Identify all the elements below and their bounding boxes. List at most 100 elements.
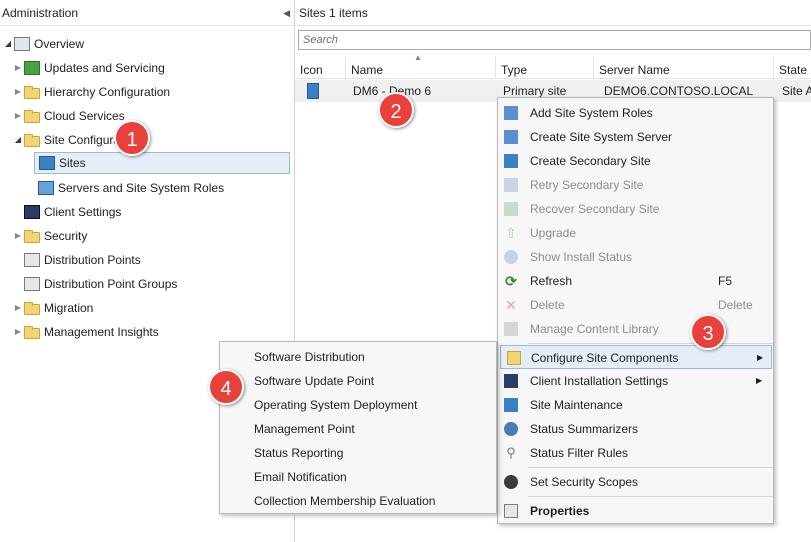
menu-item-create-site-system-server[interactable]: Create Site System Server xyxy=(498,125,773,149)
column-header-icon[interactable]: Icon xyxy=(295,57,346,79)
shortcut-label: F5 xyxy=(718,274,733,288)
menu-item-manage-content-library[interactable]: Manage Content Library xyxy=(498,317,773,341)
expand-arrow-icon[interactable]: ▶ xyxy=(12,321,24,343)
context-menu: Add Site System Roles Create Site System… xyxy=(497,97,774,524)
client-install-icon xyxy=(504,374,518,388)
shortcut-label: Delete xyxy=(718,298,753,312)
tree-item-security[interactable]: ▶ Security xyxy=(12,225,87,247)
submenu-item-management-point[interactable]: Management Point xyxy=(254,417,355,441)
updates-icon xyxy=(24,61,40,75)
menu-item-delete[interactable]: ✕ Delete Delete xyxy=(498,293,773,317)
expand-arrow-icon[interactable]: ◢ xyxy=(2,33,14,55)
tree-item-cloud-services[interactable]: ▶ Cloud Services xyxy=(12,105,125,127)
refresh-icon: ⟳ xyxy=(505,273,517,289)
tree-item-sites[interactable]: Sites xyxy=(34,152,290,174)
distribution-point-groups-icon xyxy=(24,277,40,291)
tree-item-label: Management Insights xyxy=(44,325,159,339)
menu-separator xyxy=(528,467,773,468)
column-header-name[interactable]: Name xyxy=(346,57,496,79)
menu-item-configure-site-components[interactable]: Configure Site Components ▶ xyxy=(500,345,772,369)
expand-arrow-icon[interactable]: ▶ xyxy=(12,57,24,79)
overview-icon xyxy=(14,37,30,51)
menu-item-retry-secondary-site[interactable]: Retry Secondary Site xyxy=(498,173,773,197)
configure-icon xyxy=(507,351,521,365)
tree-item-updates-and-servicing[interactable]: ▶ Updates and Servicing xyxy=(12,57,165,79)
maintenance-icon xyxy=(504,398,518,412)
content-library-icon xyxy=(504,322,518,336)
tree-item-label: Servers and Site System Roles xyxy=(58,181,225,195)
menu-item-refresh[interactable]: ⟳ Refresh F5 xyxy=(498,269,773,293)
tree-item-distribution-point-groups[interactable]: ▶ Distribution Point Groups xyxy=(12,273,177,295)
collapse-pane-icon[interactable]: ◀ xyxy=(283,0,290,26)
callout-badge-1: 1 xyxy=(114,120,150,156)
menu-item-status-summarizers[interactable]: Status Summarizers xyxy=(498,417,773,441)
tree-item-label: Client Settings xyxy=(44,205,122,219)
nav-title: Administration xyxy=(2,6,79,20)
nav-header: Administration ◀ xyxy=(0,0,294,26)
callout-badge-4: 4 xyxy=(208,369,244,405)
tree-item-distribution-points[interactable]: ▶ Distribution Points xyxy=(12,249,141,271)
folder-icon xyxy=(24,229,40,243)
menu-separator xyxy=(528,496,773,497)
submenu-item-email-notification[interactable]: Email Notification xyxy=(254,465,347,489)
submenu-arrow-icon: ▶ xyxy=(757,353,764,362)
upgrade-icon: ⇧ xyxy=(505,225,517,241)
filter-rules-icon: ⚲ xyxy=(506,445,516,460)
tree-item-label: Migration xyxy=(44,301,94,315)
tree-item-overview[interactable]: ◢ Overview xyxy=(2,33,84,55)
expand-arrow-icon[interactable]: ▶ xyxy=(12,81,24,103)
tree-item-hierarchy-configuration[interactable]: ▶ Hierarchy Configuration xyxy=(12,81,170,103)
menu-item-recover-secondary-site[interactable]: Recover Secondary Site xyxy=(498,197,773,221)
submenu-item-status-reporting[interactable]: Status Reporting xyxy=(254,441,343,465)
install-status-icon xyxy=(504,250,518,264)
folder-icon xyxy=(24,133,40,147)
column-header-type[interactable]: Type xyxy=(496,57,594,79)
submenu-item-collection-membership-evaluation[interactable]: Collection Membership Evaluation xyxy=(254,489,435,513)
list-header: Sites 1 items xyxy=(295,0,811,26)
menu-item-set-security-scopes[interactable]: Set Security Scopes xyxy=(498,470,773,494)
menu-item-upgrade[interactable]: ⇧ Upgrade xyxy=(498,221,773,245)
menu-separator xyxy=(528,343,773,344)
delete-icon: ✕ xyxy=(505,297,517,313)
tree-item-servers-and-site-system-roles[interactable]: Servers and Site System Roles xyxy=(38,177,224,199)
folder-icon xyxy=(24,109,40,123)
retry-icon xyxy=(504,178,518,192)
tree-item-client-settings[interactable]: ▶ Client Settings xyxy=(12,201,121,223)
distribution-points-icon xyxy=(24,253,40,267)
menu-item-show-install-status[interactable]: Show Install Status xyxy=(498,245,773,269)
column-header-server-name[interactable]: Server Name xyxy=(594,57,774,79)
menu-item-status-filter-rules[interactable]: ⚲ Status Filter Rules xyxy=(498,441,773,465)
create-server-icon xyxy=(504,130,518,144)
submenu-item-software-update-point[interactable]: Software Update Point xyxy=(254,369,374,393)
expand-arrow-icon[interactable]: ▶ xyxy=(12,297,24,319)
submenu-item-software-distribution[interactable]: Software Distribution xyxy=(254,345,365,369)
submenu-item-operating-system-deployment[interactable]: Operating System Deployment xyxy=(254,393,417,417)
callout-badge-3: 3 xyxy=(690,314,726,350)
tree-item-migration[interactable]: ▶ Migration xyxy=(12,297,93,319)
site-icon xyxy=(307,83,319,99)
menu-item-site-maintenance[interactable]: Site Maintenance xyxy=(498,393,773,417)
list-title: Sites 1 items xyxy=(299,6,368,20)
search-input[interactable]: Search xyxy=(298,30,811,50)
menu-item-create-secondary-site[interactable]: Create Secondary Site xyxy=(498,149,773,173)
tree-item-label: Hierarchy Configuration xyxy=(44,85,171,99)
add-roles-icon xyxy=(504,106,518,120)
tree-item-label: Cloud Services xyxy=(44,109,125,123)
tree-item-label: Security xyxy=(44,229,88,243)
menu-item-client-installation-settings[interactable]: Client Installation Settings ▶ xyxy=(498,369,773,393)
expand-arrow-icon[interactable]: ▶ xyxy=(12,105,24,127)
tree-item-label: Distribution Point Groups xyxy=(44,277,178,291)
submenu-arrow-icon: ▶ xyxy=(756,376,763,385)
menu-item-add-site-system-roles[interactable]: Add Site System Roles xyxy=(498,101,773,125)
expand-arrow-icon[interactable]: ▶ xyxy=(12,225,24,247)
summarizers-icon xyxy=(504,422,518,436)
column-header-state[interactable]: State xyxy=(774,57,811,79)
servers-icon xyxy=(38,181,54,195)
tree-item-management-insights[interactable]: ▶ Management Insights xyxy=(12,321,159,343)
menu-item-properties[interactable]: Properties xyxy=(498,499,773,523)
search-placeholder: Search xyxy=(303,34,338,46)
callout-badge-2: 2 xyxy=(378,92,414,128)
folder-icon xyxy=(24,85,40,99)
expand-arrow-icon[interactable]: ◢ xyxy=(12,129,24,151)
create-secondary-icon xyxy=(504,154,518,168)
